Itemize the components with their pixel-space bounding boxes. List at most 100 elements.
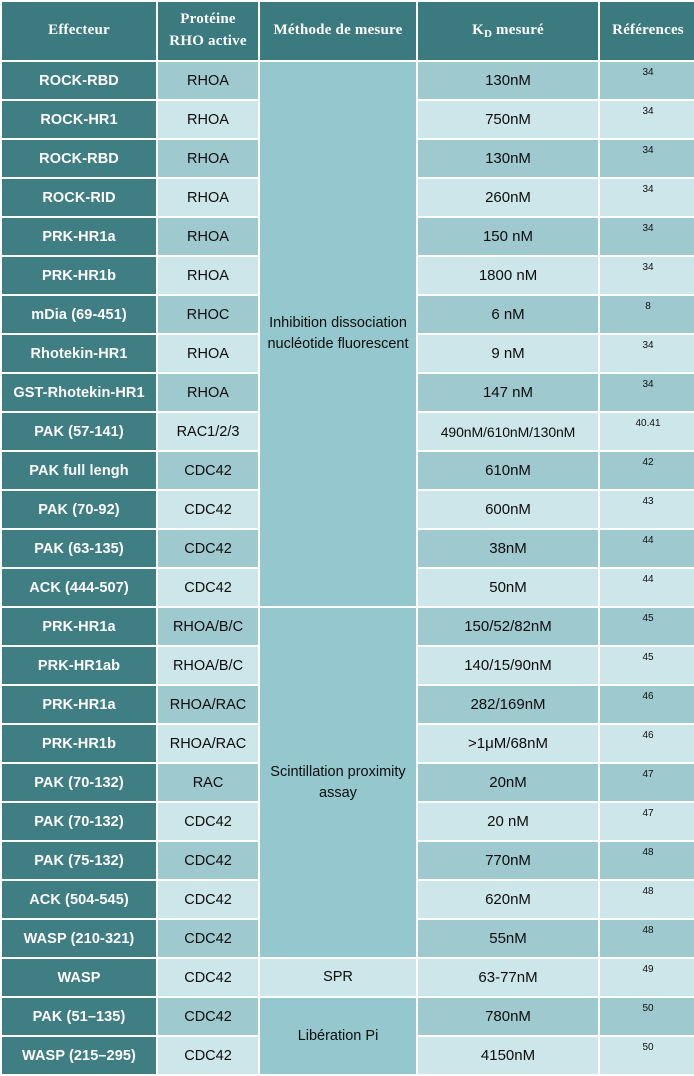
cell-effecteur: ROCK-RBD <box>2 140 156 177</box>
cell-proteine-rho-active: RHOA <box>158 62 258 99</box>
kd-table-container: Effecteur Protéine RHO active Méthode de… <box>0 0 694 1074</box>
cell-proteine-rho-active: RHOA/B/C <box>158 647 258 684</box>
cell-kd-mesure: 780nM <box>418 998 598 1035</box>
cell-reference: 48 <box>600 881 694 918</box>
cell-proteine-rho-active: RHOA <box>158 140 258 177</box>
cell-kd-mesure: 130nM <box>418 140 598 177</box>
cell-proteine-rho-active: RHOA <box>158 101 258 138</box>
cell-reference: 48 <box>600 842 694 879</box>
cell-effecteur: PAK (70-132) <box>2 803 156 840</box>
cell-kd-mesure: 20 nM <box>418 803 598 840</box>
cell-reference: 46 <box>600 725 694 762</box>
cell-kd-mesure: 130nM <box>418 62 598 99</box>
header-row: Effecteur Protéine RHO active Méthode de… <box>2 2 694 60</box>
column-header-references: Références <box>600 2 694 60</box>
cell-reference: 34 <box>600 140 694 177</box>
column-header-effecteur: Effecteur <box>2 2 156 60</box>
cell-reference: 47 <box>600 803 694 840</box>
cell-effecteur: PRK-HR1a <box>2 686 156 723</box>
cell-reference: 45 <box>600 647 694 684</box>
cell-kd-mesure: 63-77nM <box>418 959 598 996</box>
cell-effecteur: GST-Rhotekin-HR1 <box>2 374 156 411</box>
cell-proteine-rho-active: RHOA <box>158 335 258 372</box>
cell-kd-mesure: 147 nM <box>418 374 598 411</box>
cell-kd-mesure: 4150nM <box>418 1037 598 1074</box>
cell-kd-mesure: 20nM <box>418 764 598 801</box>
cell-proteine-rho-active: CDC42 <box>158 959 258 996</box>
kd-subscript: D <box>483 28 493 41</box>
cell-reference: 34 <box>600 374 694 411</box>
cell-effecteur: PRK-HR1b <box>2 725 156 762</box>
cell-effecteur: PRK-HR1ab <box>2 647 156 684</box>
cell-proteine-rho-active: CDC42 <box>158 842 258 879</box>
cell-reference: 40.41 <box>600 413 694 450</box>
cell-kd-mesure: 600nM <box>418 491 598 528</box>
cell-proteine-rho-active: CDC42 <box>158 452 258 489</box>
cell-reference: 44 <box>600 530 694 567</box>
cell-reference: 34 <box>600 62 694 99</box>
cell-reference: 34 <box>600 335 694 372</box>
cell-reference: 46 <box>600 686 694 723</box>
cell-kd-mesure: 260nM <box>418 179 598 216</box>
cell-proteine-rho-active: CDC42 <box>158 491 258 528</box>
cell-proteine-rho-active: CDC42 <box>158 881 258 918</box>
table-row: PRK-HR1a RHOA/B/C Scintillation proximity … <box>2 608 694 957</box>
cell-reference: 34 <box>600 218 694 255</box>
cell-effecteur: PRK-HR1a <box>2 218 156 255</box>
column-header-kd-mesure: KD mesuré <box>418 2 598 60</box>
cell-kd-mesure: 55nM <box>418 920 598 957</box>
cell-reference: 50 <box>600 1037 694 1074</box>
cell-effecteur: PAK (75-132) <box>2 842 156 879</box>
cell-reference: 34 <box>600 101 694 138</box>
cell-effecteur: PAK (63-135) <box>2 530 156 567</box>
cell-kd-mesure: 6 nM <box>418 296 598 333</box>
kd-base: K <box>472 22 484 39</box>
cell-proteine-rho-active: RHOA <box>158 179 258 216</box>
cell-effecteur: ROCK-RBD <box>2 62 156 99</box>
kd-rest: mesuré <box>492 22 544 39</box>
cell-reference: 47 <box>600 764 694 801</box>
cell-proteine-rho-active: CDC42 <box>158 569 258 606</box>
cell-kd-mesure: 150 nM <box>418 218 598 255</box>
cell-reference: 44 <box>600 569 694 606</box>
cell-proteine-rho-active: RHOA <box>158 218 258 255</box>
cell-kd-mesure: 140/15/90nM <box>418 647 598 684</box>
cell-proteine-rho-active: CDC42 <box>158 530 258 567</box>
cell-proteine-rho-active: CDC42 <box>158 920 258 957</box>
cell-proteine-rho-active: RHOA <box>158 374 258 411</box>
cell-proteine-rho-active: CDC42 <box>158 803 258 840</box>
cell-kd-mesure: 50nM <box>418 569 598 606</box>
cell-effecteur: WASP (210-321) <box>2 920 156 957</box>
cell-kd-mesure: 610nM <box>418 452 598 489</box>
table-header: Effecteur Protéine RHO active Méthode de… <box>2 2 694 60</box>
effector-kd-table: Effecteur Protéine RHO active Méthode de… <box>0 0 694 1076</box>
cell-proteine-rho-active: RHOA <box>158 257 258 294</box>
table-body: ROCK-RBD RHOA Inhibition dissociation nucl… <box>2 62 694 1074</box>
cell-proteine-rho-active: RHOA/B/C <box>158 608 258 645</box>
cell-effecteur: PAK (70-92) <box>2 491 156 528</box>
cell-proteine-rho-active: RHOC <box>158 296 258 333</box>
cell-methode-de-mesure: Scintillation proximity assay <box>260 608 416 957</box>
cell-kd-mesure: 38nM <box>418 530 598 567</box>
cell-effecteur: PAK (70-132) <box>2 764 156 801</box>
cell-methode-de-mesure: Libération Pi <box>260 998 416 1074</box>
cell-kd-mesure: 620nM <box>418 881 598 918</box>
cell-effecteur: PRK-HR1a <box>2 608 156 645</box>
cell-proteine-rho-active: RAC <box>158 764 258 801</box>
cell-reference: 50 <box>600 998 694 1035</box>
cell-kd-mesure: 1800 nM <box>418 257 598 294</box>
table-row: WASP CDC42 SPR 63-77nM 49 <box>2 959 694 996</box>
cell-reference: 49 <box>600 959 694 996</box>
cell-effecteur: ACK (504-545) <box>2 881 156 918</box>
cell-methode-de-mesure: SPR <box>260 959 416 996</box>
cell-reference: 48 <box>600 920 694 957</box>
cell-kd-mesure: 490nM/610nM/130nM <box>418 413 598 450</box>
cell-effecteur: mDia (69-451) <box>2 296 156 333</box>
cell-proteine-rho-active: CDC42 <box>158 998 258 1035</box>
cell-effecteur: PAK (51–135) <box>2 998 156 1035</box>
cell-effecteur: PAK (57-141) <box>2 413 156 450</box>
cell-kd-mesure: >1μM/68nM <box>418 725 598 762</box>
cell-kd-mesure: 282/169nM <box>418 686 598 723</box>
cell-reference: 43 <box>600 491 694 528</box>
cell-proteine-rho-active: RHOA/RAC <box>158 686 258 723</box>
